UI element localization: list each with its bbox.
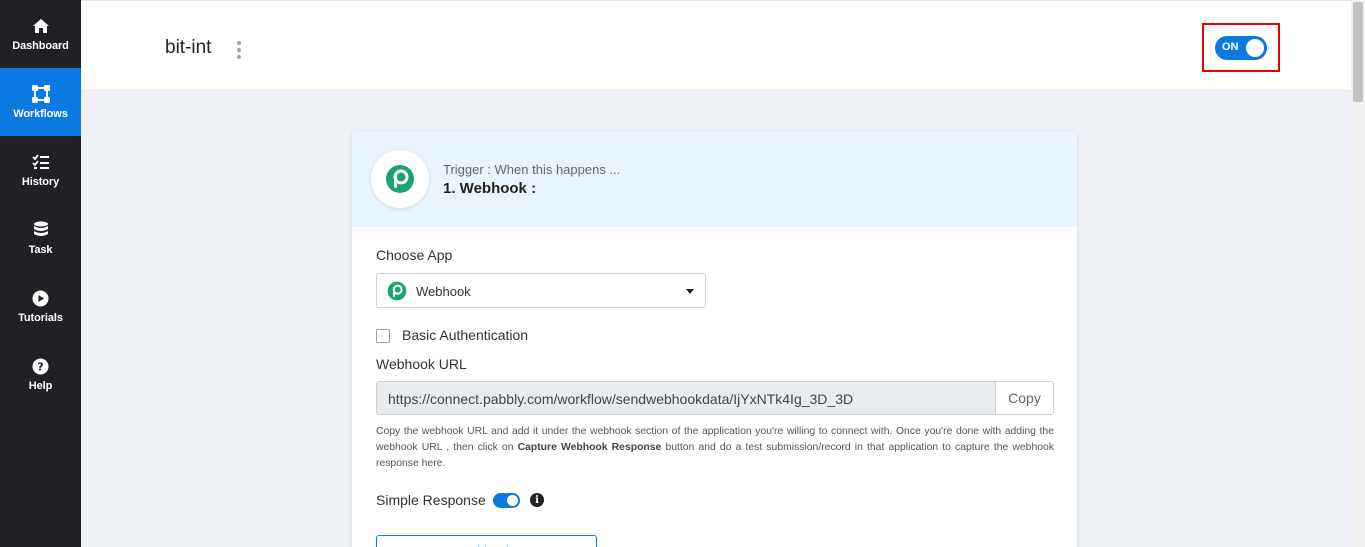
play-icon — [31, 288, 51, 308]
recapture-webhook-button[interactable]: Re-Capture Webhook Response — [376, 535, 597, 547]
trigger-card: Trigger : When this happens ... 1. Webho… — [352, 131, 1077, 547]
toggle-knob — [1246, 38, 1264, 57]
basic-auth-label[interactable]: Basic Authentication — [402, 327, 528, 343]
toggle-label: ON — [1222, 40, 1239, 53]
sidebar-item-label: Dashboard — [12, 40, 69, 52]
sidebar-item-label: Task — [28, 244, 53, 256]
choose-app-label: Choose App — [376, 247, 453, 263]
trigger-title: 1. Webhook : — [443, 180, 537, 197]
toggle-knob — [507, 495, 518, 506]
workflow-header: bit-int ON — [81, 0, 1351, 91]
help-text-bold: Capture Webhook Response — [517, 442, 662, 453]
sidebar-item-workflows[interactable]: Workflows — [0, 68, 81, 136]
copy-button[interactable]: Copy — [995, 381, 1054, 415]
workflow-title[interactable]: bit-int — [165, 37, 211, 59]
sidebar-item-history[interactable]: History — [0, 136, 81, 204]
choose-app-select[interactable]: Webhook — [376, 273, 706, 308]
selected-app-value: Webhook — [416, 284, 471, 299]
simple-response-label: Simple Response — [376, 492, 486, 508]
simple-response-toggle[interactable] — [493, 493, 520, 508]
sidebar-item-dashboard[interactable]: Dashboard — [0, 0, 81, 68]
sidebar-item-label: History — [21, 176, 60, 188]
basic-auth-checkbox[interactable] — [376, 329, 390, 343]
sidebar: Dashboard Workflows History Task Tutoria… — [0, 0, 81, 547]
help-icon: ? — [31, 356, 51, 376]
sidebar-item-label: Help — [28, 380, 53, 392]
webhook-help-text: Copy the webhook URL and add it under th… — [376, 424, 1054, 472]
scrollbar-thumb[interactable] — [1353, 2, 1363, 102]
pabbly-logo-icon — [387, 281, 407, 306]
workflows-icon — [31, 84, 51, 104]
info-icon[interactable]: i — [530, 493, 544, 507]
webhook-url-field[interactable]: https://connect.pabbly.com/workflow/send… — [376, 381, 996, 415]
sidebar-item-help[interactable]: ? Help — [0, 340, 81, 408]
workflow-on-toggle[interactable]: ON — [1215, 35, 1267, 60]
svg-text:?: ? — [37, 360, 43, 373]
pabbly-logo-icon — [371, 150, 429, 208]
trigger-card-header: Trigger : When this happens ... 1. Webho… — [352, 131, 1077, 227]
trigger-subtitle: Trigger : When this happens ... — [443, 162, 621, 177]
sidebar-item-label: Tutorials — [18, 312, 63, 324]
page-scrollbar[interactable] — [1351, 0, 1365, 547]
webhook-url-label: Webhook URL — [376, 356, 467, 372]
task-icon — [31, 220, 51, 240]
sidebar-item-tutorials[interactable]: Tutorials — [0, 272, 81, 340]
history-icon — [31, 152, 51, 172]
workflow-toggle-highlight: ON — [1202, 23, 1280, 72]
kebab-menu-icon[interactable] — [234, 41, 244, 59]
caret-down-icon — [686, 289, 694, 294]
sidebar-item-task[interactable]: Task — [0, 204, 81, 272]
sidebar-item-label: Workflows — [13, 108, 68, 120]
home-icon — [31, 16, 51, 36]
